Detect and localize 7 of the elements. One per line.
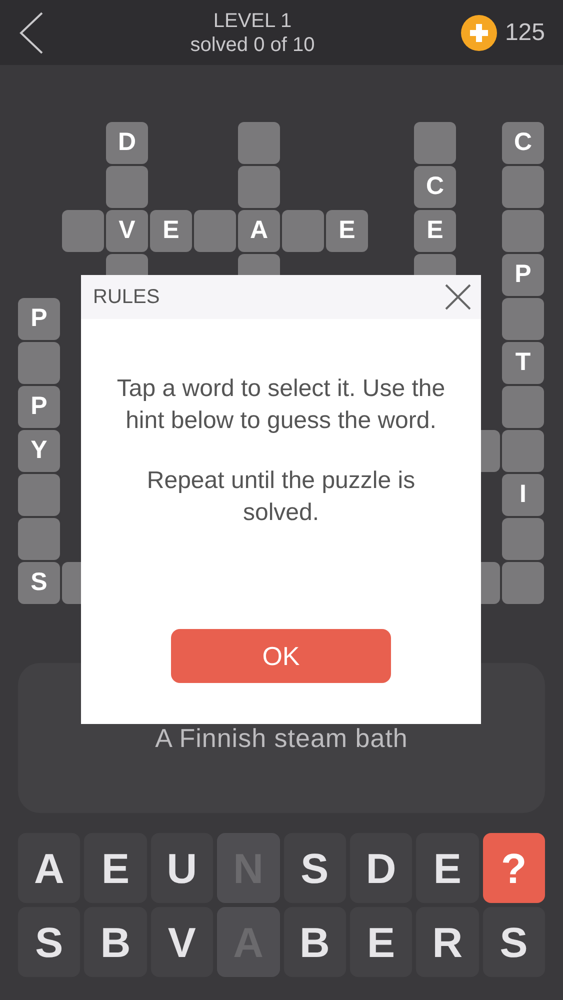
hint-text: A Finnish steam bath <box>155 722 408 754</box>
coin-count: 125 <box>504 18 545 48</box>
level-title: LEVEL 1 <box>212 8 293 32</box>
rules-text: Repeat until the puzzle is solved. <box>146 466 416 528</box>
solved-count: solved 0 of 10 <box>190 32 315 56</box>
rules-text: Tap a word to select it. Use the hint below to guess the word. <box>116 374 446 436</box>
dialog-title: RULES <box>93 285 160 310</box>
